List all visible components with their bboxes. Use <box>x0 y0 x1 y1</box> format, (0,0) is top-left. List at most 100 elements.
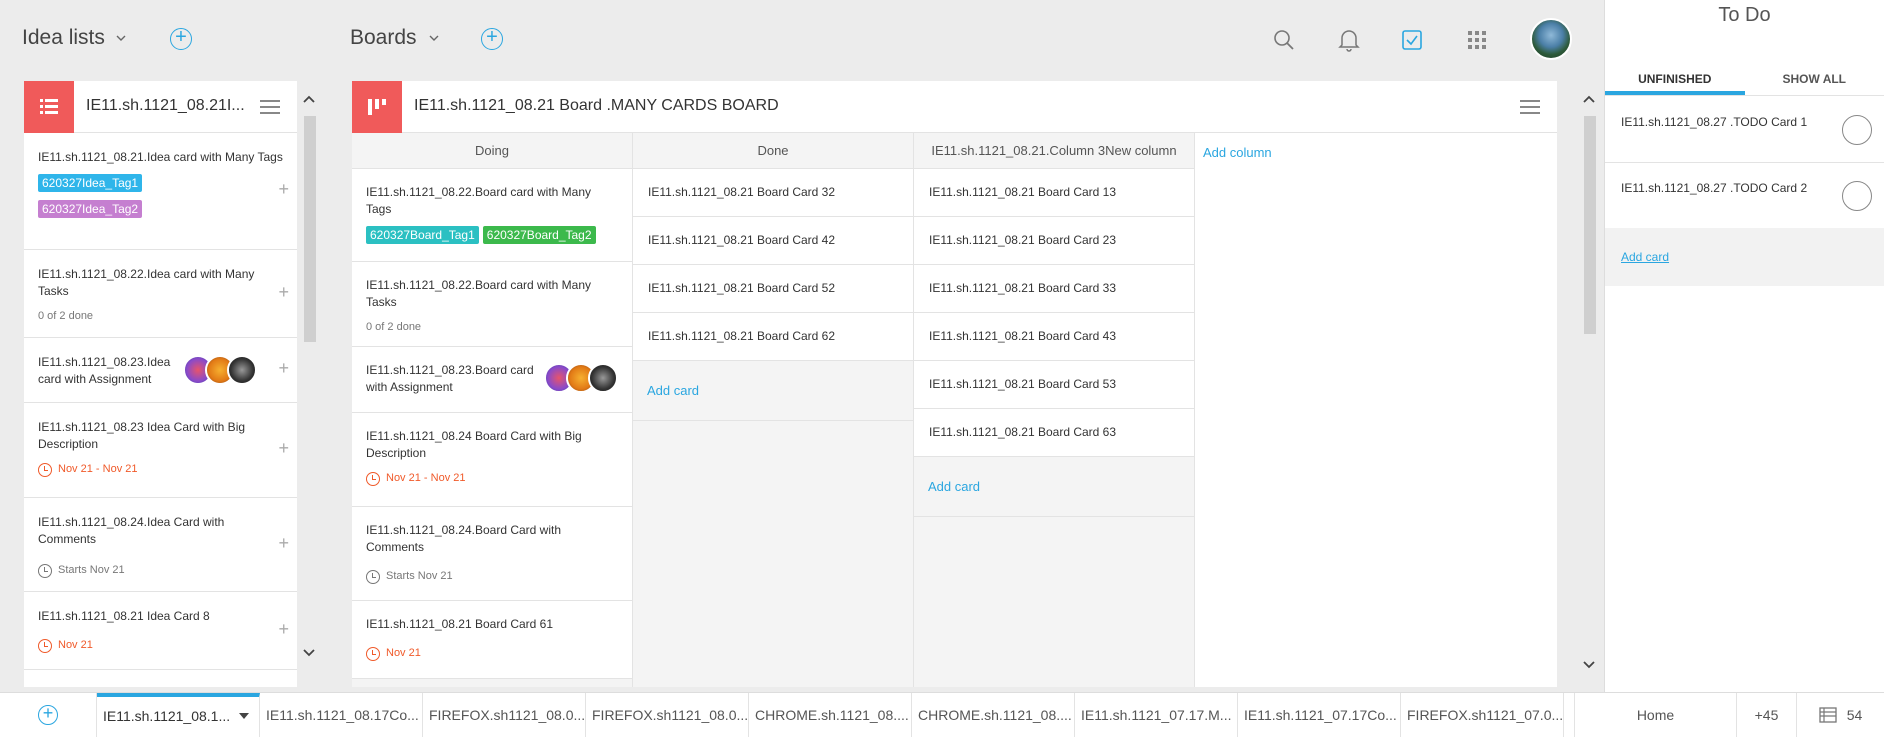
boards-title[interactable]: Boards <box>350 26 417 50</box>
bottom-tab[interactable]: FIREFOX.sh1121_08.0... <box>586 693 749 737</box>
idea-card[interactable]: IE11.sh.1121_08.21.Idea card with Many T… <box>24 133 297 250</box>
add-column-button[interactable]: Add column <box>1195 133 1557 172</box>
bottom-tab[interactable]: FIREFOX.sh1121_08.0... <box>423 693 586 737</box>
bottom-tab[interactable]: FIREFOX.sh1121_07.0... <box>1401 693 1564 737</box>
more-tabs-button[interactable]: +45 <box>1737 693 1797 737</box>
board-card[interactable]: IE11.sh.1121_08.21 Board Card 62 <box>633 313 913 361</box>
clock-icon <box>38 563 52 578</box>
todo-item[interactable]: IE11.sh.1121_08.27 .TODO Card 1 <box>1605 97 1884 163</box>
board-card[interactable]: IE11.sh.1121_08.21 Board Card 52 <box>633 265 913 313</box>
board-card[interactable]: IE11.sh.1121_08.22.Board card with Many … <box>352 169 632 262</box>
plus-icon: + <box>38 704 58 725</box>
column-header[interactable]: Doing <box>352 133 632 169</box>
scroll-down-icon[interactable] <box>302 648 316 662</box>
board-menu-icon[interactable] <box>1520 100 1540 114</box>
idea-card[interactable]: IE11.sh.1121_08.24.Idea Card with Commen… <box>24 498 297 592</box>
scroll-thumb[interactable] <box>304 116 316 342</box>
todo-panel: To Do UNFINISHED SHOW ALL IE11.sh.1121_0… <box>1604 0 1884 692</box>
add-board-button[interactable]: + <box>481 27 503 50</box>
board-card[interactable]: IE11.sh.1121_08.21 Board Card 32 <box>633 169 913 217</box>
board-card[interactable]: IE11.sh.1121_08.21 Board Card 33 <box>914 265 1194 313</box>
tab-show-all[interactable]: SHOW ALL <box>1745 62 1884 95</box>
scroll-up-icon[interactable] <box>302 94 316 108</box>
tag: 620327Idea_Tag1 <box>38 174 143 192</box>
column-3: IE11.sh.1121_08.21.Column 3New column IE… <box>914 133 1195 687</box>
boards-chevron-icon[interactable] <box>429 33 439 43</box>
board-card-title: IE11.sh.1121_08.21 Board Card 61 <box>366 617 554 631</box>
idea-lists-chevron-icon[interactable] <box>116 33 126 43</box>
todo-item[interactable]: IE11.sh.1121_08.27 .TODO Card 2 <box>1605 163 1884 229</box>
board-card[interactable]: IE11.sh.1121_08.24 Board Card with Big D… <box>352 413 632 507</box>
board-card[interactable]: IE11.sh.1121_08.22.Board card with Many … <box>352 262 632 347</box>
due-date: Nov 21 <box>366 645 618 662</box>
board-card[interactable]: IE11.sh.1121_08.21 Board Card 63 <box>914 409 1194 457</box>
idea-card-title: IE11.sh.1121_08.22.Idea card with Many T… <box>38 267 255 298</box>
add-icon[interactable]: + <box>278 620 289 638</box>
board-icon <box>352 81 402 133</box>
add-card-button[interactable]: Add card <box>633 361 913 421</box>
bottom-tab-bar: + IE11.sh.1121_08.1... IE11.sh.1121_08.1… <box>0 692 1884 737</box>
add-card-link[interactable]: Add card <box>1621 250 1669 264</box>
bell-icon[interactable] <box>1335 26 1363 54</box>
todo-checkbox-icon[interactable] <box>1398 26 1426 54</box>
avatar <box>227 355 257 385</box>
board-card-title: IE11.sh.1121_08.23.Board card with Assig… <box>366 363 534 394</box>
add-icon[interactable]: + <box>278 283 289 301</box>
home-tab[interactable]: Home <box>1574 693 1737 737</box>
bottom-tab[interactable]: IE11.sh.1121_08.1... <box>97 693 260 737</box>
apps-grid-icon[interactable] <box>1463 26 1491 54</box>
idea-list-title[interactable]: IE11.sh.1121_08.21I... <box>86 97 245 115</box>
board-card[interactable]: IE11.sh.1121_08.24.Board Card with Comme… <box>352 507 632 601</box>
complete-circle-icon[interactable] <box>1842 181 1872 211</box>
column-header[interactable]: IE11.sh.1121_08.21.Column 3New column <box>914 133 1194 169</box>
board-card[interactable]: IE11.sh.1121_08.21 Board Card 13 <box>914 169 1194 217</box>
complete-circle-icon[interactable] <box>1842 115 1872 145</box>
clock-icon <box>38 462 52 477</box>
idea-list-scrollbar[interactable] <box>302 94 316 662</box>
bottom-tab[interactable]: IE11.sh.1121_07.17Co... <box>1238 693 1401 737</box>
scroll-down-icon[interactable] <box>1582 660 1596 674</box>
board-card[interactable]: IE11.sh.1121_08.21 Board Card 61 Nov 21 <box>352 601 632 679</box>
new-tab-button[interactable]: + <box>0 693 97 737</box>
bottom-tab[interactable]: CHROME.sh.1121_08.... <box>912 693 1075 737</box>
idea-card[interactable]: IE11.sh.1121_08.21 Idea Card 8 Nov 21 + <box>24 592 297 670</box>
bottom-tab[interactable]: CHROME.sh.1121_08.... <box>749 693 912 737</box>
scroll-thumb[interactable] <box>1584 116 1596 334</box>
add-icon[interactable]: + <box>278 359 289 377</box>
board-card[interactable]: IE11.sh.1121_08.21 Board Card 23 <box>914 217 1194 265</box>
idea-card[interactable]: IE11.sh.1121_08.23 Idea Card with Big De… <box>24 403 297 498</box>
idea-lists-title[interactable]: Idea lists <box>22 26 105 50</box>
user-avatar[interactable] <box>1530 18 1572 60</box>
idea-list-panel: IE11.sh.1121_08.21I... IE11.sh.1121_08.2… <box>24 81 297 687</box>
add-card-button[interactable]: Add card <box>914 457 1194 517</box>
search-icon[interactable] <box>1270 26 1298 54</box>
bottom-tab[interactable]: IE11.sh.1121_08.17Co... <box>260 693 423 737</box>
add-icon[interactable]: + <box>278 439 289 457</box>
todo-title: To Do <box>1718 4 1771 26</box>
board-card[interactable]: IE11.sh.1121_08.21 Board Card 42 <box>633 217 913 265</box>
caret-down-icon[interactable] <box>239 713 249 719</box>
assignee-avatars <box>544 363 618 393</box>
board-card[interactable]: IE11.sh.1121_08.23.Board card with Assig… <box>352 347 632 413</box>
assignee-avatars <box>183 355 257 385</box>
tab-unfinished[interactable]: UNFINISHED <box>1605 62 1745 95</box>
add-icon[interactable]: + <box>278 180 289 198</box>
add-idea-list-button[interactable]: + <box>170 27 192 50</box>
board-scrollbar[interactable] <box>1582 94 1596 674</box>
idea-card[interactable]: IE11.sh.1121_08.22.Idea card with Many T… <box>24 250 297 338</box>
idea-card-title: IE11.sh.1121_08.23 Idea Card with Big De… <box>38 420 246 451</box>
add-icon[interactable]: + <box>278 534 289 552</box>
board-title[interactable]: IE11.sh.1121_08.21 Board .MANY CARDS BOA… <box>414 97 779 115</box>
column-header[interactable]: Done <box>633 133 913 169</box>
idea-card[interactable]: IE11.sh.1121_08.23.Idea card with Assign… <box>24 338 297 403</box>
column-done: Done IE11.sh.1121_08.21 Board Card 32 IE… <box>633 133 914 687</box>
tab-count[interactable]: 54 <box>1797 693 1884 737</box>
due-date: Nov 21 - Nov 21 <box>38 461 283 478</box>
board-card[interactable]: IE11.sh.1121_08.21 Board Card 53 <box>914 361 1194 409</box>
board-card[interactable]: IE11.sh.1121_08.21 Board Card 43 <box>914 313 1194 361</box>
scroll-up-icon[interactable] <box>1582 94 1596 108</box>
bottom-tab[interactable]: IE11.sh.1121_07.17.M... <box>1075 693 1238 737</box>
todo-tabs: UNFINISHED SHOW ALL <box>1605 62 1884 96</box>
tag: 620327Board_Tag1 <box>366 226 479 244</box>
idea-list-menu-icon[interactable] <box>260 100 280 114</box>
